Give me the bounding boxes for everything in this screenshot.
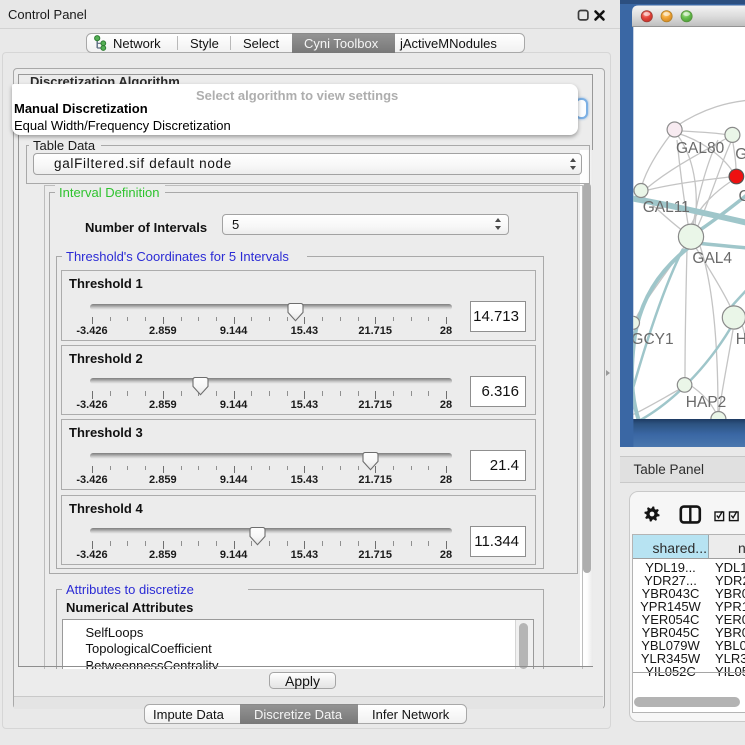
svg-text:GAL80: GAL80	[676, 140, 725, 157]
svg-text:HIS4: HIS4	[736, 331, 745, 348]
svg-text:GAL11: GAL11	[643, 199, 690, 216]
svg-text:GAL3: GAL3	[735, 146, 745, 163]
svg-text:HAP2: HAP2	[686, 394, 727, 411]
svg-text:CYC8: CYC8	[739, 188, 745, 205]
svg-text:GCY1: GCY1	[631, 331, 673, 348]
svg-text:GAL4: GAL4	[692, 250, 732, 267]
